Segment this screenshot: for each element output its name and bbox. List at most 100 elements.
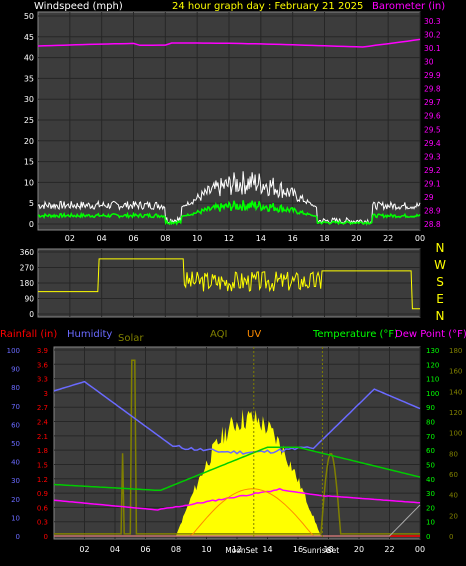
temperature-tick-label: 40 <box>426 476 435 484</box>
wind-barometer-panel: 50454035302520151050 30.330.230.13029.92… <box>24 11 441 243</box>
wind-tick-label: 15 <box>24 158 34 167</box>
time-tick-label: 18 <box>319 234 329 243</box>
humidity-tick-label: 60 <box>11 421 20 429</box>
baro-tick-label: 29.9 <box>424 71 441 80</box>
time-tick-label: 14 <box>256 234 266 243</box>
wind-tick-label: 40 <box>24 54 34 63</box>
temperature-tick-label: 110 <box>426 376 439 384</box>
wind-tick-label: 25 <box>24 116 34 125</box>
multi-sensor-panel: 3.9 3.6 3.3 3 2.7 2.4 2.1 1.8 1.5 1.2 0.9 0.6 0.3 0 1… <box>7 346 462 555</box>
baro-tick-label: 30.3 <box>424 17 441 26</box>
wind-axis-labels: 50454035302520151050 <box>24 12 34 229</box>
sunset-label: Set <box>327 546 339 555</box>
temperature-tick-label: 60 <box>426 447 435 455</box>
time-tick-label: 08 <box>160 234 170 243</box>
humidity-tick-label: 70 <box>11 403 20 411</box>
baro-tick-label: 29.4 <box>424 139 441 148</box>
temperature-tick-label: 0 <box>426 533 430 541</box>
wind-tick-label: 45 <box>24 33 34 42</box>
multi-time-tick-label: 00 <box>415 545 425 554</box>
rainfall-tick-label: 2.1 <box>37 433 48 441</box>
baro-tick-label: 29.1 <box>424 179 441 188</box>
baro-tick-label: 28.9 <box>424 206 441 215</box>
multi-time-tick-label: 06 <box>140 545 150 554</box>
compass-label: E <box>436 292 444 306</box>
wind-tick-label: 0 <box>29 220 34 229</box>
humidity-tick-label: 80 <box>11 384 20 392</box>
temperature-tick-label: 130 <box>426 347 439 355</box>
multi-time-tick-label: 08 <box>171 545 181 554</box>
temperature-tick-label: 100 <box>426 390 439 398</box>
compass-label: W <box>434 258 446 272</box>
baro-tick-label: 29.2 <box>424 166 441 175</box>
time-tick-label: 02 <box>65 234 75 243</box>
baro-tick-label: 29.3 <box>424 152 441 161</box>
baro-tick-label: 30 <box>424 58 434 67</box>
baro-tick-label: 29.5 <box>424 125 441 134</box>
solar-tick-label: 180 <box>449 347 462 355</box>
barometer-axis-labels: 30.3 30.2 30.1 30 29.9 29.8 29.7 29.6 29.5 29.4 29… <box>424 17 441 229</box>
legend-temperature: Temperature (°F) <box>312 329 398 340</box>
humidity-tick-label: 40 <box>11 459 20 467</box>
direction-tick-label: 360 <box>20 248 35 257</box>
time-tick-label: 16 <box>288 234 298 243</box>
rainfall-tick-label: 1.2 <box>37 476 48 484</box>
wind-tick-label: 10 <box>24 178 34 187</box>
baro-tick-label: 29.8 <box>424 85 441 94</box>
humidity-tick-label: 0 <box>16 533 20 541</box>
temperature-tick-label: 120 <box>426 361 439 369</box>
humidity-axis-labels: 1009080706050403020100 <box>7 347 20 541</box>
solar-tick-label: 100 <box>449 430 462 438</box>
baro-tick-label: 29.6 <box>424 112 441 121</box>
rainfall-tick-label: 0.9 <box>37 490 48 498</box>
legend-aqi: AQI <box>210 329 228 340</box>
compass-label: S <box>436 275 444 289</box>
solar-tick-label: 60 <box>449 471 458 479</box>
wind-tick-label: 35 <box>24 74 34 83</box>
time-tick-label: 06 <box>128 234 138 243</box>
solar-tick-label: 0 <box>449 533 453 541</box>
multi-time-tick-label: 04 <box>110 545 120 554</box>
direction-axis-labels: 360 270 180 90 0 <box>20 248 35 319</box>
temperature-tick-label: 20 <box>426 504 435 512</box>
humidity-tick-label: 30 <box>11 477 20 485</box>
baro-tick-label: 30.1 <box>424 44 441 53</box>
temperature-tick-label: 50 <box>426 461 435 469</box>
solar-tick-label: 120 <box>449 409 462 417</box>
graph-title: 24 hour graph day : February 21 2025 <box>172 1 363 12</box>
rainfall-tick-label: 3.3 <box>37 376 48 384</box>
rainfall-tick-label: 0.6 <box>37 504 49 512</box>
rainfall-tick-label: 3.9 <box>37 347 48 355</box>
direction-tick-label: 90 <box>24 295 34 304</box>
direction-tick-label: 0 <box>29 310 34 319</box>
temperature-axis-labels: 1301201101009080706050403020100 <box>426 347 439 541</box>
multi-time-tick-label: 20 <box>354 545 364 554</box>
time-tick-label: 10 <box>192 234 202 243</box>
wind-tick-label: 5 <box>29 199 34 208</box>
baro-tick-label: 30.2 <box>424 31 441 40</box>
time-tick-label: 20 <box>351 234 361 243</box>
compass-label: N <box>436 309 445 323</box>
temperature-tick-label: 10 <box>426 519 435 527</box>
wind-tick-label: 50 <box>24 12 34 21</box>
legend-dew-point: Dew Point (°F) <box>395 329 466 340</box>
solar-tick-label: 140 <box>449 388 462 396</box>
solar-tick-label: 20 <box>449 512 458 520</box>
legend-humidity: Humidity <box>67 329 112 340</box>
time-tick-label: 12 <box>224 234 234 243</box>
baro-tick-label: 29 <box>424 193 434 202</box>
baro-tick-label: 29.7 <box>424 98 441 107</box>
solar-tick-label: 40 <box>449 492 458 500</box>
solar-tick-label: 160 <box>449 368 462 376</box>
weather-graph-canvas: Windspeed (mph) 24 hour graph day : Febr… <box>0 1 466 555</box>
legend-rainfall: Rainfall (in) <box>0 329 57 340</box>
multi-time-tick-label: 02 <box>79 545 89 554</box>
temperature-tick-label: 80 <box>426 419 435 427</box>
rainfall-tick-label: 2.4 <box>37 419 49 427</box>
moonset-label: MoonSet <box>225 546 258 555</box>
legend-uv: UV <box>247 329 261 340</box>
direction-tick-label: 180 <box>20 279 35 288</box>
rainfall-tick-label: 0.3 <box>37 519 48 527</box>
time-tick-label: 22 <box>383 234 393 243</box>
wind-tick-label: 20 <box>24 137 34 146</box>
